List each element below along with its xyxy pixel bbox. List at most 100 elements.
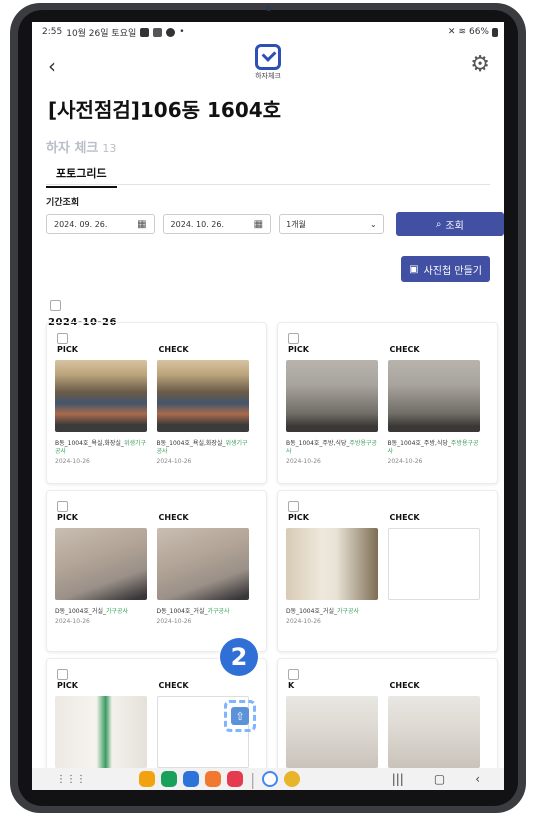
card-checkbox[interactable] bbox=[288, 501, 299, 512]
check-date: 2024-10-26 bbox=[156, 617, 192, 625]
highlighted-floating-button[interactable]: ⇧ bbox=[224, 700, 256, 732]
check-label: CHECK bbox=[158, 345, 189, 354]
camera-app-icon[interactable] bbox=[227, 771, 243, 787]
pick-column: PICK bbox=[55, 681, 157, 768]
card-checkbox[interactable] bbox=[288, 333, 299, 344]
tablet-device: 2:55 10월 26일 토요일 • ✕ ≋ 66% ‹ 하자체크 ⚙ [사전점… bbox=[0, 0, 536, 817]
card-checkbox[interactable] bbox=[57, 669, 68, 680]
home-icon[interactable]: ▢ bbox=[434, 772, 445, 786]
folder-app-icon[interactable] bbox=[139, 771, 155, 787]
share-icon[interactable]: ⇧ bbox=[231, 707, 249, 725]
check-photo[interactable] bbox=[387, 696, 480, 768]
phone-app-icon[interactable] bbox=[161, 771, 177, 787]
card-checkbox[interactable] bbox=[57, 333, 68, 344]
pick-date: 2024-10-26 bbox=[55, 457, 90, 465]
tab-photo-grid[interactable]: 포토그리드 bbox=[46, 163, 117, 188]
chrome-app-icon[interactable] bbox=[284, 771, 301, 787]
back-nav-icon[interactable]: ‹ bbox=[475, 772, 480, 786]
filter-row: 2024. 09. 26. ▦ 2024. 10. 26. ▦ 1개월 ⌄ ⌕ … bbox=[46, 212, 504, 236]
range-select-value: 1개월 bbox=[286, 219, 306, 229]
caption-location: D동_1004호_거실_ bbox=[286, 608, 337, 615]
caption-category: 가구공사 bbox=[336, 608, 360, 615]
check-caption: B동_1004호_주방,식당_주방용구공사 bbox=[388, 440, 484, 456]
caption-location: D동_1004호_거실_ bbox=[156, 608, 208, 615]
end-date-value: 2024. 10. 26. bbox=[170, 219, 224, 229]
check-column: CHECK B동_1004호_주방,식당_주방용구공사 2024-10-26 bbox=[387, 345, 490, 465]
pick-column: PICK D동_1004호_거실_가구공사 2024-10-26 bbox=[286, 513, 388, 625]
back-arrow-icon[interactable]: ‹ bbox=[48, 54, 56, 78]
pick-date: 2024-10-26 bbox=[286, 457, 321, 465]
check-caption: B동_1004호_욕실,화장실_위생기구공사 bbox=[157, 440, 253, 456]
check-photo[interactable] bbox=[156, 360, 249, 432]
period-label: 기간조회 bbox=[46, 198, 80, 208]
start-date-field[interactable]: 2024. 09. 26. ▦ bbox=[46, 214, 155, 234]
pick-photo[interactable] bbox=[286, 696, 378, 768]
check-date: 2024-10-26 bbox=[387, 457, 423, 465]
gear-icon[interactable]: ⚙ bbox=[470, 52, 490, 77]
tab-bar: 포토그리드 bbox=[46, 162, 504, 188]
pick-caption: D동_1004호_거실_가구공사 bbox=[55, 608, 151, 616]
check-label: CHECK bbox=[389, 345, 420, 354]
defect-card[interactable]: PICK B동_1004호_주방,식당_주방용구공사 2024-10-26 CH… bbox=[277, 322, 498, 484]
check-label: CHECK bbox=[158, 513, 189, 522]
check-caption: D동_1004호_거실_가구공사 bbox=[157, 608, 253, 616]
checkbox[interactable] bbox=[50, 300, 61, 311]
make-album-button[interactable]: ▣ 사진첩 만들기 bbox=[401, 256, 490, 282]
section-title: 하자 체크 13 bbox=[46, 137, 504, 156]
step-number-badge: 2 bbox=[220, 638, 258, 676]
check-photo[interactable] bbox=[387, 360, 480, 432]
end-date-field[interactable]: 2024. 10. 26. ▦ bbox=[162, 214, 272, 234]
check-column: CHECK D동_1004호_거실_가구공사 2024-10-26 bbox=[156, 513, 259, 625]
page-title: [사전점검]106동 1604호 bbox=[48, 98, 282, 122]
pick-label: PICK bbox=[288, 345, 309, 354]
defect-card[interactable]: PICK D동_1004호_거실_가구공사 2024-10-26 CHECK bbox=[277, 490, 498, 652]
pick-photo[interactable] bbox=[55, 360, 147, 432]
pick-column: PICK D동_1004호_거실_가구공사 2024-10-26 bbox=[55, 513, 157, 625]
messages-app-icon[interactable] bbox=[183, 771, 199, 787]
check-label: CHECK bbox=[158, 681, 189, 690]
app-logo: 하자체크 bbox=[255, 44, 281, 81]
more-dot-icon: • bbox=[179, 27, 185, 37]
calendar-icon[interactable]: ▦ bbox=[254, 219, 263, 230]
google-app-icon[interactable] bbox=[262, 771, 279, 787]
pick-photo[interactable] bbox=[55, 528, 147, 600]
recent-apps-icon[interactable]: ||| bbox=[392, 772, 404, 786]
check-photo-empty[interactable] bbox=[387, 528, 480, 600]
calendar-icon[interactable]: ▦ bbox=[137, 219, 146, 230]
check-column: CHECK bbox=[387, 513, 490, 625]
status-time: 2:55 bbox=[42, 27, 63, 37]
group-select-all[interactable] bbox=[50, 296, 504, 315]
notification-icon bbox=[140, 27, 150, 37]
card-checkbox[interactable] bbox=[57, 501, 68, 512]
start-date-value: 2024. 09. 26. bbox=[54, 219, 108, 229]
search-button[interactable]: ⌕ 조회 bbox=[395, 212, 504, 236]
pick-photo[interactable] bbox=[286, 528, 378, 600]
pick-photo[interactable] bbox=[286, 360, 378, 432]
pick-caption: B동_1004호_주방,식당_주방용구공사 bbox=[286, 440, 382, 456]
pick-photo[interactable] bbox=[55, 696, 147, 768]
search-icon: ⌕ bbox=[435, 218, 442, 230]
pick-label: PICK bbox=[57, 513, 78, 522]
card-checkbox[interactable] bbox=[288, 669, 299, 680]
play-icon bbox=[153, 27, 163, 37]
range-select[interactable]: 1개월 ⌄ bbox=[279, 214, 384, 234]
pick-column: PICK B동_1004호_욕실,화장실_위생기구공사 2024-10-26 bbox=[55, 345, 157, 465]
check-photo[interactable] bbox=[156, 528, 249, 600]
album-row: ▣ 사진첩 만들기 bbox=[32, 256, 490, 282]
caption-category: 가구공사 bbox=[207, 608, 230, 615]
app-drawer-icon[interactable]: ⋮⋮⋮ bbox=[56, 774, 86, 785]
contacts-app-icon[interactable] bbox=[205, 771, 221, 787]
check-label: CHECK bbox=[389, 513, 420, 522]
pick-caption: B동_1004호_욕실,화장실_위생기구공사 bbox=[55, 440, 151, 456]
pick-label: K bbox=[288, 681, 295, 690]
battery-level: 66% bbox=[468, 27, 489, 37]
status-date: 10월 26일 토요일 bbox=[66, 28, 137, 39]
nav-divider: | bbox=[250, 769, 256, 789]
defect-card[interactable]: PICK B동_1004호_욕실,화장실_위생기구공사 2024-10-26 C… bbox=[46, 322, 267, 484]
pick-column: K bbox=[286, 681, 388, 768]
defect-card[interactable]: PICK D동_1004호_거실_가구공사 2024-10-26 CHECK D… bbox=[46, 490, 267, 652]
app-header: ‹ 하자체크 ⚙ bbox=[32, 42, 504, 86]
status-bar: 2:55 10월 26일 토요일 • ✕ ≋ 66% bbox=[32, 22, 504, 42]
mute-icon: ✕ bbox=[447, 27, 456, 37]
wifi-icon: ≋ bbox=[458, 27, 466, 37]
